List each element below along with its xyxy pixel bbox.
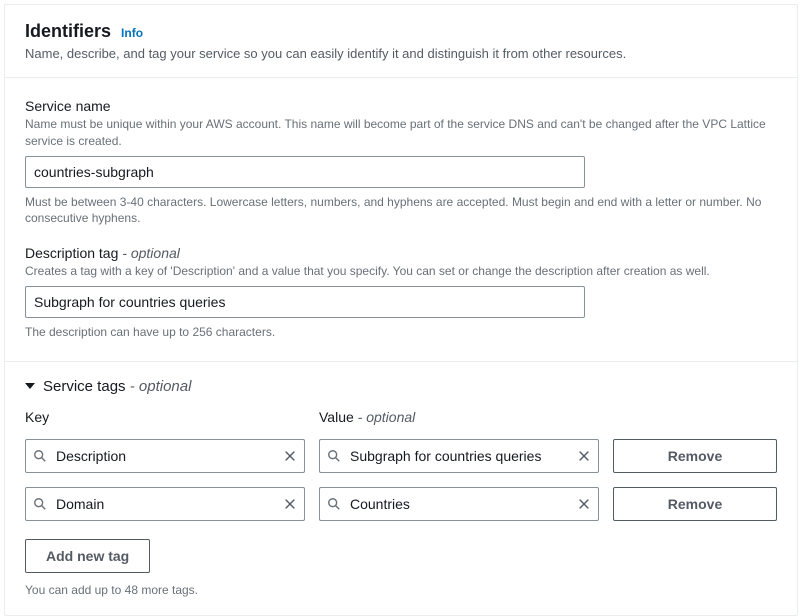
caret-down-icon (25, 383, 35, 389)
service-name-input[interactable] (25, 156, 585, 188)
panel-title: Identifiers (25, 21, 111, 42)
description-tag-constraint: The description can have up to 256 chara… (25, 324, 777, 341)
tag-value-wrap (319, 439, 599, 473)
remove-tag-button[interactable]: Remove (613, 487, 777, 521)
service-tags-section: Service tags - optional Key Value - opti… (5, 362, 797, 615)
tags-footnote: You can add up to 48 more tags. (25, 583, 777, 597)
service-name-constraint: Must be between 3-40 characters. Lowerca… (25, 194, 777, 228)
tag-value-wrap (319, 487, 599, 521)
tag-key-wrap (25, 439, 305, 473)
tags-grid: Key Value - optional Remove (25, 409, 777, 521)
tag-value-input[interactable] (319, 439, 599, 473)
remove-tag-button[interactable]: Remove (613, 439, 777, 473)
service-tags-toggle[interactable]: Service tags - optional (25, 378, 777, 395)
tag-key-wrap (25, 487, 305, 521)
service-name-label: Service name (25, 98, 777, 114)
info-link[interactable]: Info (121, 26, 143, 40)
key-column-label: Key (25, 409, 305, 425)
service-name-field: Service name Name must be unique within … (25, 98, 777, 227)
panel-description: Name, describe, and tag your service so … (25, 46, 777, 61)
tag-value-input[interactable] (319, 487, 599, 521)
clear-icon[interactable] (283, 497, 297, 511)
identifiers-panel: Identifiers Info Name, describe, and tag… (4, 4, 798, 616)
description-tag-input[interactable] (25, 286, 585, 318)
add-new-tag-button[interactable]: Add new tag (25, 539, 150, 573)
description-tag-field: Description tag - optional Creates a tag… (25, 245, 777, 341)
description-tag-help: Creates a tag with a key of 'Description… (25, 263, 777, 280)
panel-header: Identifiers Info Name, describe, and tag… (5, 5, 797, 78)
panel-body: Service name Name must be unique within … (5, 78, 797, 362)
tag-key-input[interactable] (25, 439, 305, 473)
clear-icon[interactable] (577, 449, 591, 463)
clear-icon[interactable] (577, 497, 591, 511)
tag-key-input[interactable] (25, 487, 305, 521)
service-name-help: Name must be unique within your AWS acco… (25, 116, 777, 150)
description-tag-label: Description tag - optional (25, 245, 777, 261)
clear-icon[interactable] (283, 449, 297, 463)
value-column-label: Value - optional (319, 409, 599, 425)
